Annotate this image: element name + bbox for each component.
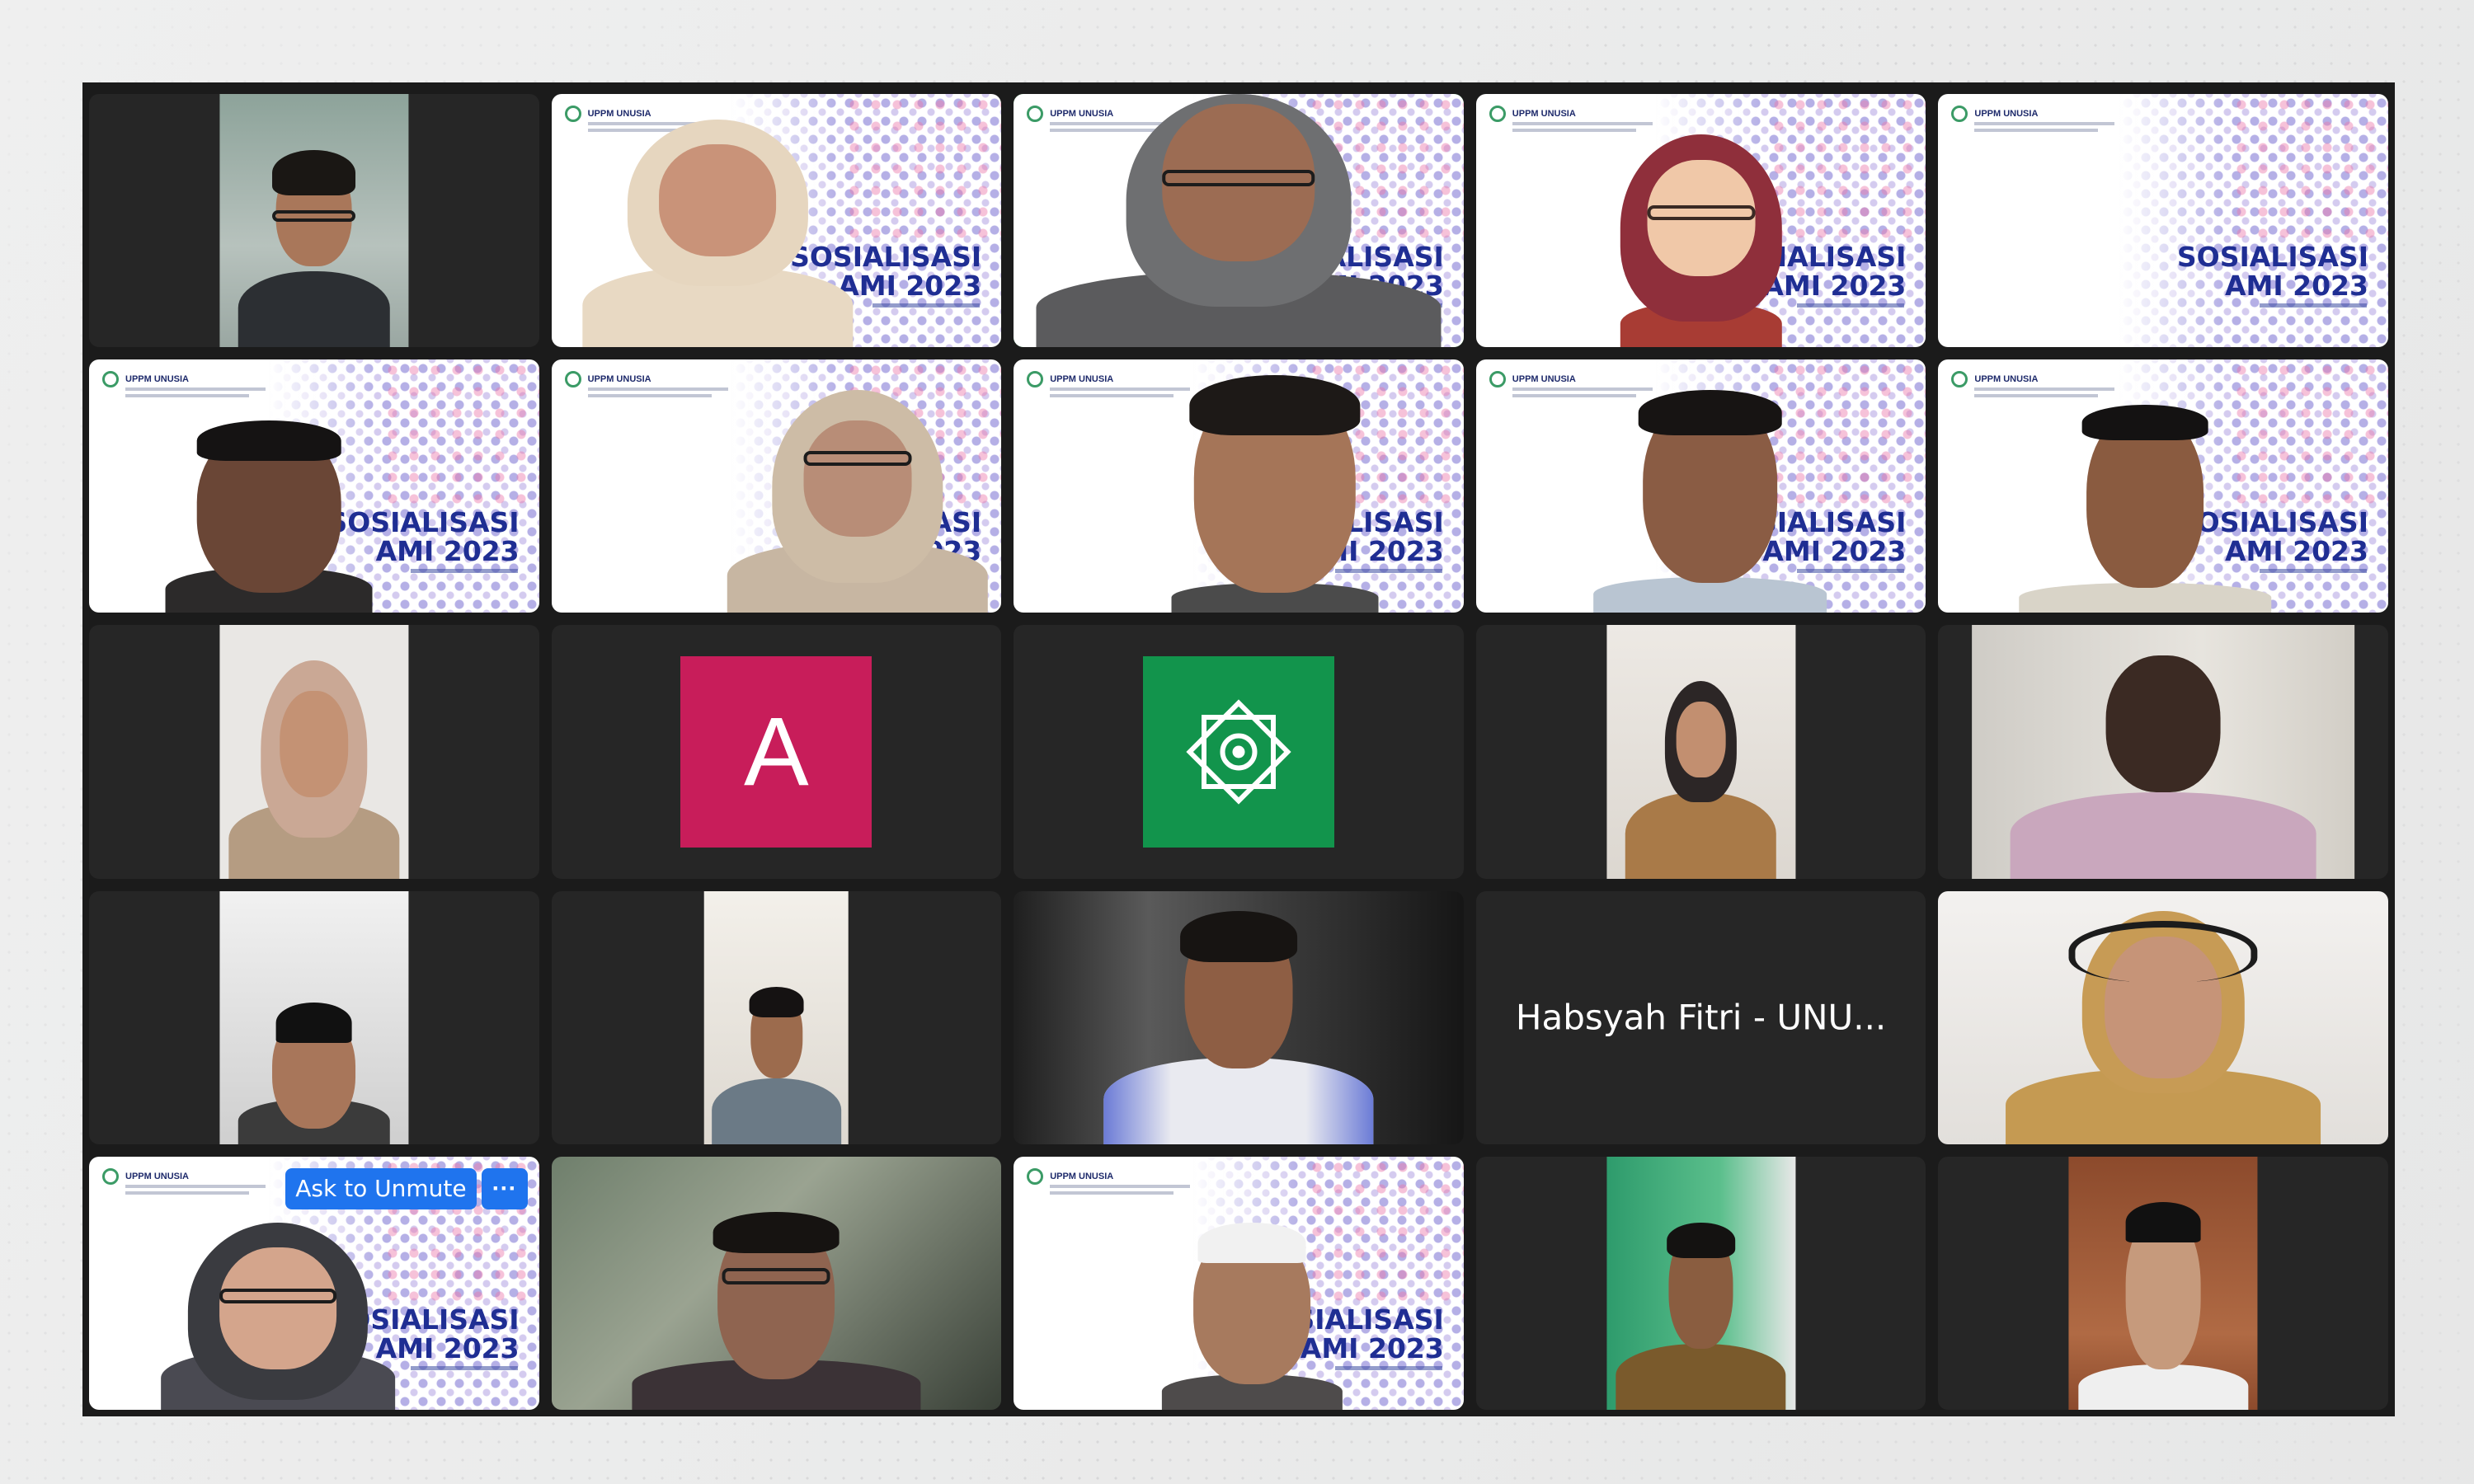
- participant-tile-avatar-logo[interactable]: [1014, 625, 1464, 879]
- participant-video: [219, 625, 408, 879]
- participant-grid: UPPM UNUSIA SOSIALISASI AMI 2023 UPPM UNU…: [89, 94, 2388, 1410]
- avatar-letter: A: [744, 697, 809, 806]
- participant-tile[interactable]: [1938, 1156, 2388, 1410]
- virtual-background-slide: UPPM UNUSIA SOSIALISASIAMI 2023: [551, 359, 1002, 613]
- camera-feed: [1014, 890, 1464, 1144]
- participant-tile-slide[interactable]: UPPM UNUSIA SOSIALISASIAMI 2023: [1014, 359, 1464, 613]
- participant-tile[interactable]: [89, 94, 539, 348]
- camera-feed: [1606, 1156, 1796, 1410]
- participant-video: [552, 359, 1002, 613]
- participant-tile[interactable]: [1475, 1156, 1926, 1410]
- participant-tile-avatar-letter[interactable]: A: [551, 625, 1002, 879]
- participant-tile[interactable]: [1938, 625, 2388, 879]
- virtual-background-slide: UPPM UNUSIA SOSIALISASIAMI 2023: [1938, 359, 2388, 613]
- participant-tile[interactable]: [89, 890, 539, 1144]
- meeting-gallery-view: UPPM UNUSIA SOSIALISASI AMI 2023 UPPM UNU…: [82, 82, 2395, 1416]
- participant-video: [1938, 891, 2388, 1144]
- camera-feed: [1938, 890, 2388, 1144]
- participant-tile-slide[interactable]: UPPM UNUSIA SOSIALISASIAMI 2023: [1475, 94, 1926, 348]
- avatar-logo: [1142, 655, 1334, 848]
- slide-org: UPPM UNUSIA: [1974, 109, 2039, 119]
- camera-feed: [1972, 625, 2355, 879]
- participant-video: [552, 1157, 1002, 1410]
- camera-feed: [2068, 1156, 2258, 1410]
- unmute-controls: Ask to Unmute ···: [285, 1167, 528, 1209]
- participant-tile[interactable]: [551, 890, 1002, 1144]
- participant-video: [1014, 359, 1464, 613]
- participant-video: [1014, 1157, 1464, 1410]
- participant-video: [219, 891, 408, 1144]
- virtual-background-slide: UPPM UNUSIA SOSIALISASIAMI 2023: [1938, 94, 2388, 348]
- virtual-background-slide: UPPM UNUSIA SOSIALISASIAMI 2023: [1014, 94, 1464, 348]
- participant-tile-slide[interactable]: UPPM UNUSIA SOSIALISASIAMI 2023: [89, 359, 539, 613]
- virtual-background-slide: UPPM UNUSIA SOSIALISASIAMI 2023: [1475, 94, 1926, 348]
- camera-feed: [219, 890, 409, 1144]
- participant-tile-slide[interactable]: UPPM UNUSIA SOSIALISASI AMI 2023 Ask to U…: [89, 1156, 539, 1410]
- virtual-background-slide: UPPM UNUSIA SOSIALISASIAMI 2023: [89, 359, 539, 613]
- uppm-logo-icon: [1951, 106, 1968, 122]
- participant-video: [1606, 1157, 1795, 1410]
- participant-tile-active-speaker[interactable]: UPPM UNUSIA SOSIALISASIAMI 2023: [1014, 94, 1464, 348]
- participant-tile-name-only[interactable]: Habsyah Fitri - UNU...: [1475, 890, 1926, 1144]
- slide-title: SOSIALISASIAMI 2023: [2176, 241, 2368, 302]
- camera-feed: [219, 625, 409, 879]
- participant-video: [1476, 359, 1926, 613]
- avatar-a: A: [680, 655, 872, 848]
- participant-tile-slide[interactable]: UPPM UNUSIA SOSIALISASIAMI 2023: [1014, 1156, 1464, 1410]
- headphones: [2068, 921, 2258, 983]
- participant-tile-slide[interactable]: UPPM UNUSIA SOSIALISASIAMI 2023: [1938, 359, 2388, 613]
- participant-video: [1972, 625, 2354, 879]
- participant-tile[interactable]: [1475, 625, 1926, 879]
- participant-tile-slide[interactable]: UPPM UNUSIA SOSIALISASIAMI 2023: [1475, 359, 1926, 613]
- participant-video: [1606, 625, 1795, 879]
- ask-to-unmute-button[interactable]: Ask to Unmute: [285, 1167, 477, 1209]
- participant-tile[interactable]: [89, 625, 539, 879]
- participant-video: [2069, 1157, 2258, 1410]
- participant-video: [89, 359, 539, 613]
- participant-avatar-cartoon: [1476, 94, 1926, 348]
- participant-tile[interactable]: [1938, 890, 2388, 1144]
- camera-feed: [219, 94, 409, 348]
- participant-tile-slide[interactable]: UPPM UNUSIA SOSIALISASIAMI 2023: [551, 359, 1002, 613]
- camera-feed: [1606, 625, 1796, 879]
- octagram-ornament-icon: [1186, 699, 1291, 805]
- participant-tile-slide[interactable]: UPPM UNUSIA SOSIALISASIAMI 2023: [1938, 94, 2388, 348]
- participant-name-label: Habsyah Fitri - UNU...: [1515, 997, 1887, 1038]
- virtual-background-slide: UPPM UNUSIA SOSIALISASIAMI 2023: [1014, 359, 1464, 613]
- virtual-background-slide: UPPM UNUSIA SOSIALISASIAMI 2023: [551, 94, 1002, 348]
- participant-tile-slide[interactable]: UPPM UNUSIA SOSIALISASIAMI 2023: [551, 94, 1002, 348]
- participant-video: [552, 94, 1002, 348]
- camera-feed: [551, 1156, 1002, 1410]
- participant-video: [1938, 359, 2388, 613]
- participant-video: [1014, 891, 1464, 1144]
- camera-feed: [704, 890, 849, 1144]
- participant-tile[interactable]: [551, 1156, 1002, 1410]
- more-options-button[interactable]: ···: [481, 1167, 528, 1209]
- participant-tile[interactable]: [1014, 890, 1464, 1144]
- participant-video: [1014, 94, 1464, 348]
- participant-video: [219, 94, 408, 348]
- virtual-background-slide: UPPM UNUSIA SOSIALISASIAMI 2023: [1475, 359, 1926, 613]
- participant-video: [704, 891, 849, 1144]
- virtual-background-slide: UPPM UNUSIA SOSIALISASIAMI 2023: [1014, 1156, 1464, 1410]
